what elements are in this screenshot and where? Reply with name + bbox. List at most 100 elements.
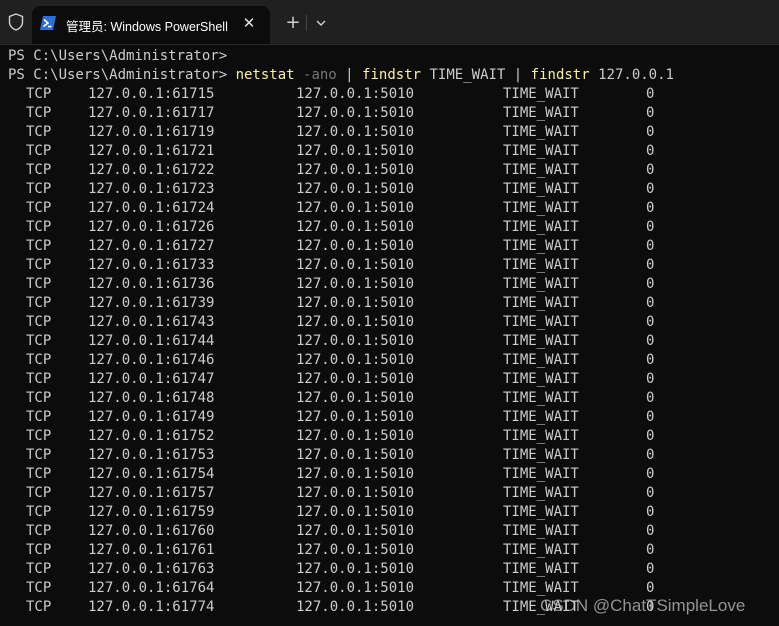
state-cell: TIME_WAIT bbox=[503, 485, 579, 501]
foreign-address-cell: 127.0.0.1:5010 bbox=[296, 409, 415, 425]
state-cell: TIME_WAIT bbox=[503, 238, 579, 254]
local-address-cell: 127.0.0.1:61747 bbox=[88, 371, 215, 387]
state-cell: TIME_WAIT bbox=[503, 504, 579, 520]
proto-cell: TCP bbox=[26, 504, 52, 520]
state-cell: TIME_WAIT bbox=[503, 219, 579, 235]
local-address-cell: 127.0.0.1:61727 bbox=[88, 238, 215, 254]
proto-cell: TCP bbox=[26, 580, 52, 596]
local-address-cell: 127.0.0.1:61746 bbox=[88, 352, 215, 368]
pid-cell: 0 bbox=[646, 276, 655, 292]
table-row: TCP 127.0.0.1:61760 127.0.0.1:5010 TIME_WAI… bbox=[8, 522, 773, 541]
foreign-address-cell: 127.0.0.1:5010 bbox=[296, 200, 415, 216]
pid-cell: 0 bbox=[646, 542, 655, 558]
state-cell: TIME_WAIT bbox=[503, 561, 579, 577]
foreign-address-cell: 127.0.0.1:5010 bbox=[296, 542, 415, 558]
command-arg: 127.0.0.1 bbox=[589, 67, 674, 83]
state-cell: TIME_WAIT bbox=[503, 466, 579, 482]
pid-cell: 0 bbox=[646, 390, 655, 406]
foreign-address-cell: 127.0.0.1:5010 bbox=[296, 219, 415, 235]
pid-cell: 0 bbox=[646, 124, 655, 140]
local-address-cell: 127.0.0.1:61733 bbox=[88, 257, 215, 273]
tab-divider bbox=[306, 15, 307, 31]
local-address-cell: 127.0.0.1:61724 bbox=[88, 200, 215, 216]
terminal-output[interactable]: PS C:\Users\Administrator> PS C:\Users\A… bbox=[8, 47, 773, 623]
command-findstr: findstr bbox=[362, 67, 422, 83]
foreign-address-cell: 127.0.0.1:5010 bbox=[296, 580, 415, 596]
proto-cell: TCP bbox=[26, 105, 52, 121]
pid-cell: 0 bbox=[646, 257, 655, 273]
foreign-address-cell: 127.0.0.1:5010 bbox=[296, 523, 415, 539]
foreign-address-cell: 127.0.0.1:5010 bbox=[296, 86, 415, 102]
state-cell: TIME_WAIT bbox=[503, 105, 579, 121]
plus-icon[interactable]: + bbox=[282, 12, 304, 34]
table-row: TCP 127.0.0.1:61723 127.0.0.1:5010 TIME_WAI… bbox=[8, 180, 773, 199]
state-cell: TIME_WAIT bbox=[503, 124, 579, 140]
local-address-cell: 127.0.0.1:61726 bbox=[88, 219, 215, 235]
proto-cell: TCP bbox=[26, 86, 52, 102]
table-row: TCP 127.0.0.1:61721 127.0.0.1:5010 TIME_WAI… bbox=[8, 142, 773, 161]
proto-cell: TCP bbox=[26, 200, 52, 216]
netstat-rows: TCP 127.0.0.1:61715 127.0.0.1:5010 TIME_WAI… bbox=[8, 85, 773, 617]
foreign-address-cell: 127.0.0.1:5010 bbox=[296, 143, 415, 159]
command-findstr: findstr bbox=[530, 67, 590, 83]
proto-cell: TCP bbox=[26, 276, 52, 292]
state-cell: TIME_WAIT bbox=[503, 390, 579, 406]
local-address-cell: 127.0.0.1:61774 bbox=[88, 599, 215, 615]
state-cell: TIME_WAIT bbox=[503, 276, 579, 292]
proto-cell: TCP bbox=[26, 238, 52, 254]
foreign-address-cell: 127.0.0.1:5010 bbox=[296, 276, 415, 292]
foreign-address-cell: 127.0.0.1:5010 bbox=[296, 561, 415, 577]
table-row: TCP 127.0.0.1:61747 127.0.0.1:5010 TIME_WAI… bbox=[8, 370, 773, 389]
foreign-address-cell: 127.0.0.1:5010 bbox=[296, 371, 415, 387]
local-address-cell: 127.0.0.1:61717 bbox=[88, 105, 215, 121]
table-row: TCP 127.0.0.1:61763 127.0.0.1:5010 TIME_WAI… bbox=[8, 560, 773, 579]
proto-cell: TCP bbox=[26, 143, 52, 159]
local-address-cell: 127.0.0.1:61722 bbox=[88, 162, 215, 178]
proto-cell: TCP bbox=[26, 561, 52, 577]
command-netstat: netstat bbox=[235, 67, 295, 83]
foreign-address-cell: 127.0.0.1:5010 bbox=[296, 599, 415, 615]
state-cell: TIME_WAIT bbox=[503, 295, 579, 311]
chevron-down-icon[interactable] bbox=[312, 14, 330, 32]
local-address-cell: 127.0.0.1:61721 bbox=[88, 143, 215, 159]
local-address-cell: 127.0.0.1:61760 bbox=[88, 523, 215, 539]
command-arg: TIME_WAIT bbox=[421, 67, 506, 83]
foreign-address-cell: 127.0.0.1:5010 bbox=[296, 352, 415, 368]
state-cell: TIME_WAIT bbox=[503, 257, 579, 273]
local-address-cell: 127.0.0.1:61757 bbox=[88, 485, 215, 501]
local-address-cell: 127.0.0.1:61748 bbox=[88, 390, 215, 406]
pid-cell: 0 bbox=[646, 143, 655, 159]
tab-title: 管理员: Windows PowerShell bbox=[66, 20, 228, 34]
pid-cell: 0 bbox=[646, 409, 655, 425]
state-cell: TIME_WAIT bbox=[503, 409, 579, 425]
foreign-address-cell: 127.0.0.1:5010 bbox=[296, 124, 415, 140]
foreign-address-cell: 127.0.0.1:5010 bbox=[296, 333, 415, 349]
table-row: TCP 127.0.0.1:61749 127.0.0.1:5010 TIME_WAI… bbox=[8, 408, 773, 427]
proto-cell: TCP bbox=[26, 314, 52, 330]
pid-cell: 0 bbox=[646, 86, 655, 102]
proto-cell: TCP bbox=[26, 257, 52, 273]
tab-powershell[interactable]: 管理员: Windows PowerShell ✕ bbox=[32, 6, 270, 44]
state-cell: TIME_WAIT bbox=[503, 542, 579, 558]
local-address-cell: 127.0.0.1:61743 bbox=[88, 314, 215, 330]
local-address-cell: 127.0.0.1:61715 bbox=[88, 86, 215, 102]
proto-cell: TCP bbox=[26, 542, 52, 558]
state-cell: TIME_WAIT bbox=[503, 143, 579, 159]
pid-cell: 0 bbox=[646, 219, 655, 235]
pid-cell: 0 bbox=[646, 485, 655, 501]
foreign-address-cell: 127.0.0.1:5010 bbox=[296, 390, 415, 406]
table-row: TCP 127.0.0.1:61717 127.0.0.1:5010 TIME_WAI… bbox=[8, 104, 773, 123]
proto-cell: TCP bbox=[26, 447, 52, 463]
table-row: TCP 127.0.0.1:61715 127.0.0.1:5010 TIME_WAI… bbox=[8, 85, 773, 104]
close-icon[interactable]: ✕ bbox=[238, 12, 260, 34]
table-row: TCP 127.0.0.1:61761 127.0.0.1:5010 TIME_WAI… bbox=[8, 541, 773, 560]
proto-cell: TCP bbox=[26, 295, 52, 311]
local-address-cell: 127.0.0.1:61763 bbox=[88, 561, 215, 577]
proto-cell: TCP bbox=[26, 466, 52, 482]
pid-cell: 0 bbox=[646, 200, 655, 216]
proto-cell: TCP bbox=[26, 390, 52, 406]
local-address-cell: 127.0.0.1:61739 bbox=[88, 295, 215, 311]
local-address-cell: 127.0.0.1:61759 bbox=[88, 504, 215, 520]
state-cell: TIME_WAIT bbox=[503, 314, 579, 330]
state-cell: TIME_WAIT bbox=[503, 523, 579, 539]
